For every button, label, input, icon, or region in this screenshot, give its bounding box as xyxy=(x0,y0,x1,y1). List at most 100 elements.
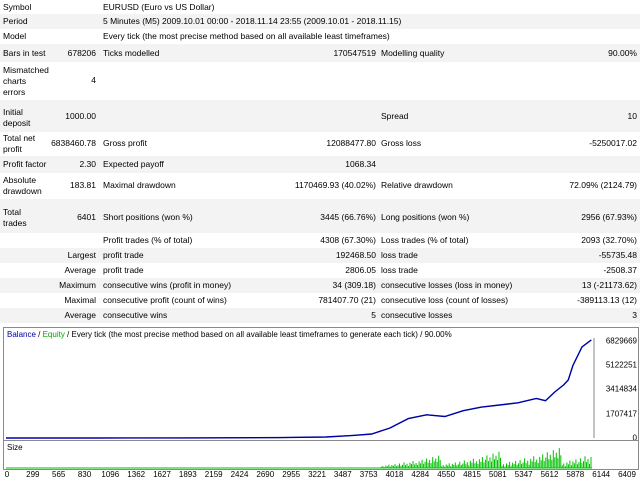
size-bar xyxy=(586,462,587,468)
x-tick-label: 299 xyxy=(26,470,40,479)
size-bar xyxy=(435,458,437,468)
largest-loss-value: -55735.48 xyxy=(598,250,637,260)
x-tick-label: 1893 xyxy=(178,470,197,479)
x-axis: 0 299 565 830 1096 1362 1627 1893 2159 2424 2690 29… xyxy=(0,470,640,480)
size-bar xyxy=(522,462,524,468)
loss-trades-label: Loss trades (% of total) xyxy=(381,235,469,245)
y-tick-label: 1707417 xyxy=(605,409,637,419)
series-line-equity xyxy=(6,339,592,439)
size-bar xyxy=(519,460,521,468)
ticks-label: Ticks modelled xyxy=(103,48,160,58)
avg-consecutive-losses-value: 3 xyxy=(632,310,637,320)
net-profit-value: 6838460.78 xyxy=(51,138,96,148)
absolute-drawdown-value: 183.81 xyxy=(70,180,96,190)
size-bar xyxy=(471,462,473,468)
x-tick-label: 4550 xyxy=(437,470,456,479)
size-bar xyxy=(403,462,405,468)
chart-plot-area xyxy=(6,338,595,439)
profit-factor-value: 2.30 xyxy=(79,159,96,169)
report-row-maximum: Maximum consecutive wins (profit in mone… xyxy=(0,278,640,293)
size-bar xyxy=(421,459,423,468)
size-bar xyxy=(503,464,504,468)
max-consecutive-losses-label: consecutive losses (loss in money) xyxy=(381,280,513,290)
size-bar xyxy=(477,464,479,468)
size-bar xyxy=(430,463,432,468)
report-row-mismatched: Mismatched charts errors 4 xyxy=(0,62,640,100)
size-bar xyxy=(587,459,589,468)
net-profit-label-2: profit xyxy=(3,144,22,154)
average-loss-label: loss trade xyxy=(381,265,418,275)
model-value: Every tick (the most precise method base… xyxy=(103,31,390,41)
size-bar xyxy=(465,464,467,468)
size-bar xyxy=(466,462,468,468)
size-bar xyxy=(583,461,584,468)
report-row-drawdown: Absolute drawdown 183.81 Maximal drawdow… xyxy=(0,173,640,199)
size-bar xyxy=(492,453,494,468)
report-row-average: Average profit trade 2806.05 loss trade … xyxy=(0,263,640,278)
x-tick-label: 1096 xyxy=(101,470,120,479)
total-trades-label-1: Total xyxy=(3,207,21,217)
x-tick-label: 5081 xyxy=(488,470,507,479)
size-bar xyxy=(498,451,500,468)
maximum-label: Maximum xyxy=(59,280,96,290)
size-bar xyxy=(557,458,559,468)
report-row-average-consecutive: Average consecutive wins 5 consecutive l… xyxy=(0,308,640,323)
spread-label: Spread xyxy=(381,111,409,121)
size-bar xyxy=(549,454,551,468)
largest-label: Largest xyxy=(67,250,96,260)
size-bar xyxy=(590,457,592,468)
size-bar xyxy=(411,464,412,468)
size-bar xyxy=(469,460,471,468)
loss-trades-value: 2093 (32.70%) xyxy=(581,235,637,245)
report-row-maximal: Maximal consecutive profit (count of win… xyxy=(0,293,640,308)
size-bar xyxy=(463,460,465,468)
x-tick-label: 3487 xyxy=(333,470,352,479)
maximal-drawdown-label: Maximal drawdown xyxy=(103,180,176,190)
average-loss-value: -2508.37 xyxy=(603,265,637,275)
average-profit-label: profit trade xyxy=(103,265,144,275)
largest-loss-label: loss trade xyxy=(381,250,418,260)
size-bar xyxy=(534,462,536,468)
size-bar xyxy=(409,462,411,468)
x-tick-label: 3221 xyxy=(308,470,326,479)
symbol-label: Symbol xyxy=(3,2,32,12)
size-bar xyxy=(415,463,417,468)
size-bar xyxy=(563,463,565,468)
size-bar xyxy=(424,461,426,468)
size-bar xyxy=(394,464,396,468)
size-bar xyxy=(500,457,501,468)
balance-chart: Balance / Equity / Every tick (the most … xyxy=(3,327,639,441)
gross-profit-value: 12088477.80 xyxy=(326,138,376,148)
size-bar xyxy=(527,460,529,468)
quality-label: Modelling quality xyxy=(381,48,445,58)
avg-consecutive-wins-value: 5 xyxy=(371,310,376,320)
x-tick-label: 5878 xyxy=(566,470,585,479)
size-bar xyxy=(472,458,474,468)
largest-profit-label: profit trade xyxy=(103,250,144,260)
size-bar xyxy=(515,461,517,468)
maximal-consecutive-profit-label: consecutive profit (count of wins) xyxy=(103,295,227,305)
max-consecutive-losses-value: 13 (-21173.62) xyxy=(581,280,637,290)
absolute-drawdown-label-2: drawdown xyxy=(3,186,42,196)
maximal-label: Maximal xyxy=(64,295,96,305)
total-trades-label-2: trades xyxy=(3,218,27,228)
maximal-drawdown-value: 1170469.93 (40.02%) xyxy=(294,180,376,190)
size-bar xyxy=(540,460,542,468)
size-bar xyxy=(497,460,498,468)
report-row-bars: Bars in test 678206 Ticks modelled 17054… xyxy=(0,44,640,62)
mismatched-label-2: charts xyxy=(3,76,27,86)
mismatched-label-3: errors xyxy=(3,87,26,97)
net-profit-label-1: Total net xyxy=(3,133,36,143)
maximal-consecutive-loss-label: consecutive loss (count of losses) xyxy=(381,295,509,305)
largest-profit-value: 192468.50 xyxy=(335,250,376,260)
size-bar xyxy=(584,456,586,468)
size-bar xyxy=(531,461,533,468)
size-bar xyxy=(560,455,562,468)
size-bar xyxy=(478,459,480,468)
x-tick-label: 3753 xyxy=(359,470,378,479)
size-bar xyxy=(491,461,492,468)
size-bar xyxy=(429,459,431,468)
x-tick-label: 1362 xyxy=(127,470,146,479)
size-bar xyxy=(555,452,557,468)
initial-label-2: deposit xyxy=(3,118,31,128)
